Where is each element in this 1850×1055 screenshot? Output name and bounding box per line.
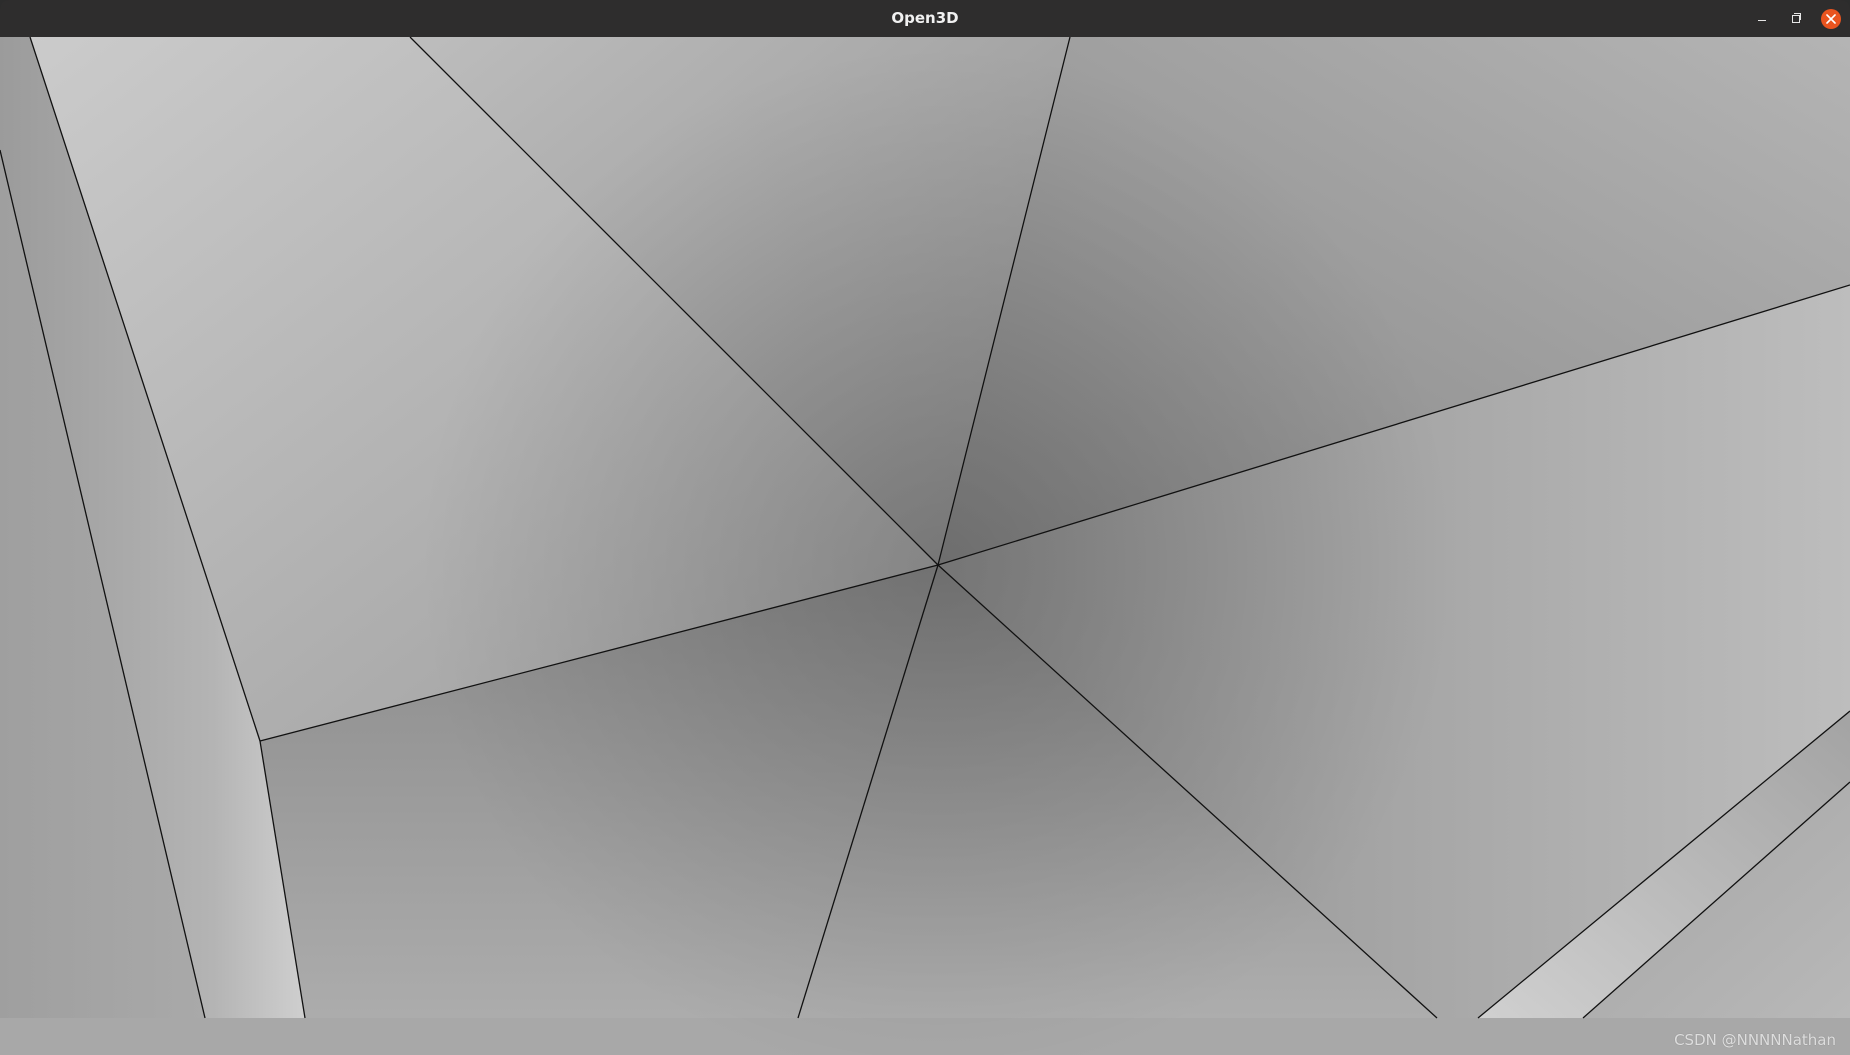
center-shading bbox=[0, 37, 1850, 1055]
window-title: Open3D bbox=[891, 9, 959, 27]
close-icon bbox=[1826, 14, 1836, 24]
window-titlebar[interactable]: Open3D bbox=[0, 0, 1850, 37]
maximize-button[interactable] bbox=[1786, 9, 1806, 29]
open3d-window: Open3D CSDN @NNNNNathan bbox=[0, 0, 1850, 1055]
restore-icon-back bbox=[1794, 13, 1801, 20]
close-button[interactable] bbox=[1821, 9, 1841, 29]
minimize-icon bbox=[1758, 20, 1766, 21]
3d-render-viewport[interactable]: CSDN @NNNNNathan bbox=[0, 37, 1850, 1055]
mesh-scene bbox=[0, 37, 1850, 1055]
csdn-watermark: CSDN @NNNNNathan bbox=[1674, 1031, 1836, 1049]
minimize-button[interactable] bbox=[1752, 9, 1772, 29]
